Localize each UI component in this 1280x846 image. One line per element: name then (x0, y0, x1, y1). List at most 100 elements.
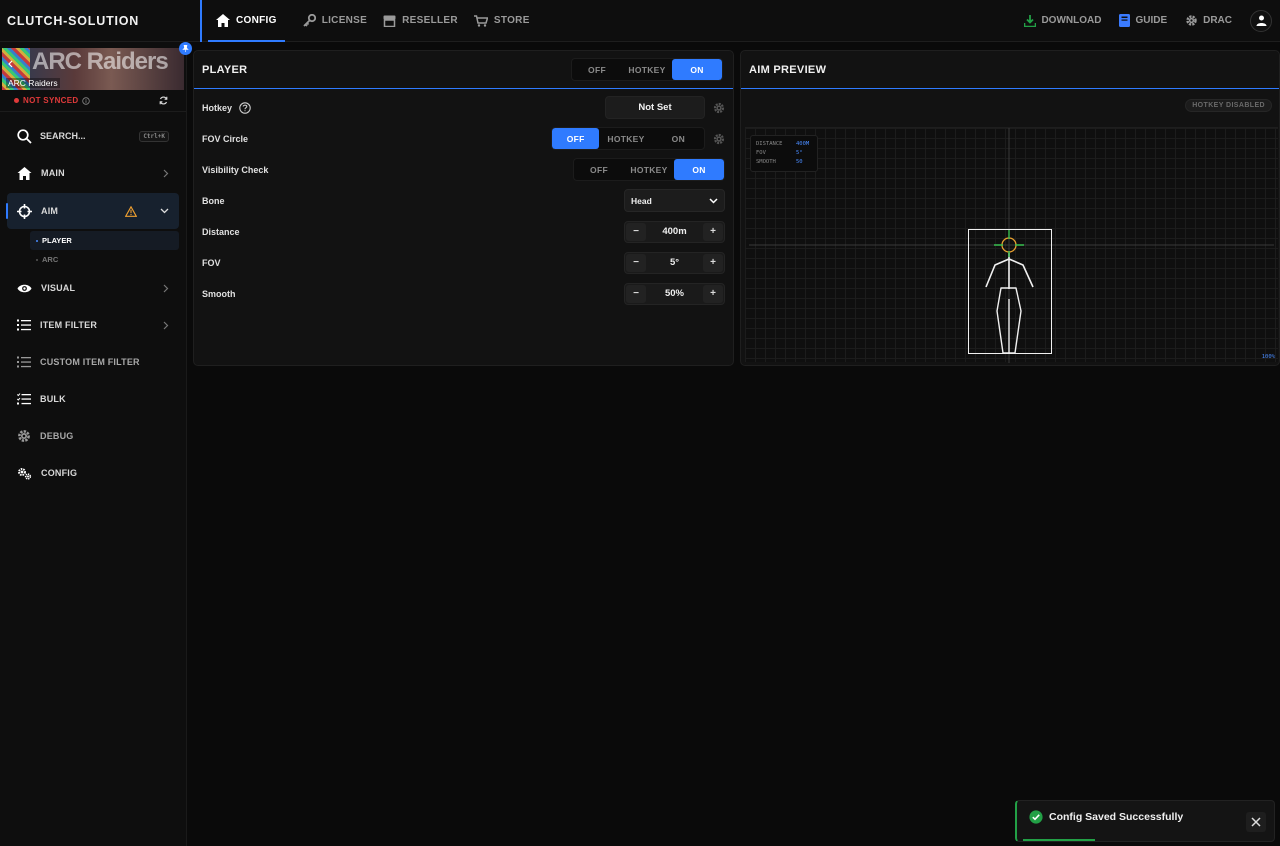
game-banner[interactable]: ARC Raiders ARC Raiders (2, 48, 184, 90)
search-icon (17, 128, 32, 144)
fov-circle-label: FOV Circle (202, 133, 249, 144)
tab-config[interactable]: CONFIG (202, 0, 285, 42)
smooth-row: Smooth − 50% + (194, 278, 733, 309)
distance-increment-button[interactable]: + (703, 222, 723, 241)
chevron-down-icon (709, 197, 718, 204)
game-name: ARC Raiders (6, 78, 60, 88)
top-nav: CONFIG LICENSE RESELLER STORE (200, 0, 538, 42)
sidebar-item-label: CONFIG (41, 468, 78, 478)
pin-icon (182, 45, 189, 52)
download-button[interactable]: DOWNLOAD (1024, 14, 1102, 27)
player-toggle-hotkey[interactable]: HOTKEY (622, 59, 672, 80)
toast-message: Config Saved Successfully (1049, 810, 1184, 823)
toast-notification: Config Saved Successfully (1015, 800, 1275, 842)
checklist-icon (17, 393, 31, 405)
player-panel-title: PLAYER (202, 63, 248, 76)
sidebar-item-aim[interactable]: AIM (6, 193, 179, 229)
sidebar-item-label: CUSTOM ITEM FILTER (40, 357, 140, 367)
pin-button[interactable] (179, 42, 192, 55)
username-label: DRAC (1203, 15, 1232, 26)
aim-preview-canvas: DISTANCE 400M FOV 5° SMOOTH 50 100% (745, 127, 1278, 363)
refresh-icon[interactable] (159, 96, 168, 105)
smooth-increment-button[interactable]: + (702, 284, 723, 303)
sidebar-item-custom-item-filter[interactable]: CUSTOM ITEM FILTER (7, 344, 179, 380)
chevron-down-icon (160, 208, 169, 214)
user-settings-button[interactable]: DRAC (1185, 14, 1232, 27)
sync-dot (14, 98, 19, 103)
distance-row: Distance − 400m + (194, 216, 733, 247)
back-arrow-icon[interactable] (7, 60, 15, 68)
fov-label: FOV (202, 257, 221, 268)
gears-icon (18, 467, 32, 480)
smooth-decrement-button[interactable]: − (626, 284, 646, 303)
chevron-right-icon (163, 284, 169, 292)
sidebar-item-main[interactable]: MAIN (7, 155, 179, 191)
sidebar-item-bulk[interactable]: BULK (7, 381, 179, 417)
brand-title: CLUTCH-SOLUTION (7, 13, 140, 28)
gear-icon (713, 102, 725, 113)
tab-license[interactable]: LICENSE (295, 0, 375, 42)
visibility-check-on[interactable]: ON (674, 159, 724, 180)
bullet-icon (36, 258, 38, 261)
gear-icon (18, 430, 30, 442)
distance-value: 400m (662, 226, 687, 237)
sync-status-label: NOT SYNCED (23, 96, 79, 105)
sidebar-item-label: ITEM FILTER (40, 320, 98, 330)
sidebar-item-config[interactable]: CONFIG (7, 455, 179, 491)
hotkey-bind-button[interactable]: Not Set (605, 96, 705, 119)
game-logo: ARC Raiders (32, 48, 169, 75)
avatar[interactable] (1250, 9, 1272, 32)
fov-circle-hotkey[interactable]: HOTKEY (599, 128, 652, 149)
gear-icon (713, 133, 725, 144)
sidebar-item-item-filter[interactable]: ITEM FILTER (7, 307, 179, 343)
download-icon (1024, 14, 1037, 27)
crosshair-icon (17, 203, 32, 219)
fov-circle-off[interactable]: OFF (552, 128, 600, 149)
tab-reseller-label: RESELLER (402, 15, 458, 26)
player-toggle-on[interactable]: ON (672, 59, 722, 80)
player-panel: PLAYER OFF HOTKEY ON Hotkey Not Set FOV … (193, 50, 734, 366)
cart-icon (473, 14, 488, 27)
player-toggle-off[interactable]: OFF (572, 59, 622, 80)
sidebar-subitem-arc[interactable]: ARC (30, 250, 179, 269)
tab-config-label: CONFIG (236, 15, 277, 26)
help-icon[interactable] (239, 101, 251, 114)
visibility-check-hotkey[interactable]: HOTKEY (624, 159, 674, 180)
hotkey-settings-button[interactable] (713, 102, 725, 114)
fov-decrement-button[interactable]: − (626, 253, 646, 272)
list-icon (17, 319, 31, 331)
tab-store[interactable]: STORE (466, 0, 538, 42)
sidebar-item-label: VISUAL (41, 283, 76, 293)
guide-button[interactable]: GUIDE (1119, 14, 1167, 27)
guide-label: GUIDE (1135, 15, 1168, 26)
sync-status: NOT SYNCED (14, 96, 91, 105)
store-icon (383, 15, 396, 27)
aim-preview-panel: AIM PREVIEW HOTKEY DISABLED DISTANCE 400M… (740, 50, 1280, 366)
fov-circle-on[interactable]: ON (653, 128, 704, 149)
toast-close-button[interactable] (1246, 812, 1266, 832)
tab-reseller[interactable]: RESELLER (375, 0, 466, 42)
user-icon (1256, 15, 1266, 26)
sidebar-item-label: DEBUG (40, 431, 74, 441)
zoom-level: 100% (1261, 354, 1275, 360)
visibility-check-off[interactable]: OFF (574, 159, 624, 180)
bone-select[interactable]: Head (624, 189, 725, 212)
distance-decrement-button[interactable]: − (626, 222, 646, 241)
search-shortcut: Ctrl+K (139, 130, 169, 142)
tab-store-label: STORE (493, 15, 530, 26)
bullet-icon (36, 239, 38, 242)
search-button[interactable]: SEARCH... Ctrl+K (17, 123, 169, 149)
fov-increment-button[interactable]: + (703, 253, 723, 272)
book-icon (1119, 14, 1131, 27)
download-label: DOWNLOAD (1041, 15, 1102, 26)
key-icon (303, 14, 316, 27)
info-icon[interactable] (82, 96, 91, 105)
fov-circle-settings-button[interactable] (713, 133, 725, 145)
hotkey-row: Hotkey Not Set (194, 92, 733, 123)
top-right-actions: DOWNLOAD GUIDE DRAC (1024, 9, 1280, 32)
sidebar: ARC Raiders ARC Raiders NOT SYNCED SEARC… (0, 42, 192, 846)
sidebar-subitem-player[interactable]: PLAYER (30, 231, 179, 250)
distance-label: Distance (202, 226, 240, 237)
sidebar-item-debug[interactable]: DEBUG (7, 418, 179, 454)
sidebar-item-visual[interactable]: VISUAL (7, 270, 179, 306)
